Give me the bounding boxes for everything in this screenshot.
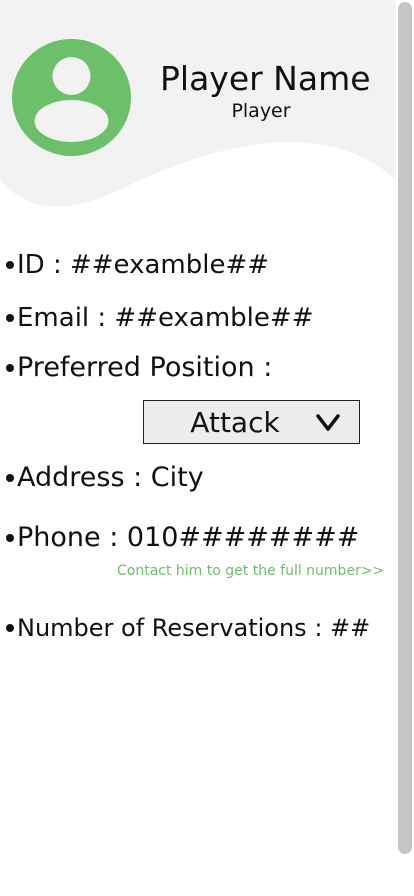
scrollbar-thumb[interactable] [398,2,412,854]
bullet-icon [6,624,14,632]
id-text: ID : ##examble## [17,250,270,280]
bullet-icon [6,314,14,322]
bullet-icon [6,261,14,269]
detail-id: ID : ##examble## [6,250,269,280]
detail-address: Address : City [6,462,204,493]
reservations-text: Number of Reservations : ## [17,614,371,642]
detail-preferred-position: Preferred Position : [6,352,272,383]
address-text: Address : City [17,462,204,493]
preferred-position-text: Preferred Position : [17,352,273,383]
chevron-down-icon [316,414,340,431]
bullet-icon [6,473,14,482]
scrollbar[interactable] [396,0,414,896]
position-dropdown-value: Attack [190,406,280,439]
detail-reservations: Number of Reservations : ## [6,614,370,642]
user-avatar-icon [13,39,130,156]
avatar [12,39,131,156]
bullet-icon [6,363,14,372]
contact-full-number-link[interactable]: Contact him to get the full number>> [117,563,384,579]
detail-email: Email : ##examble## [6,303,313,333]
player-name: Player Name [160,59,371,98]
email-text: Email : ##examble## [17,303,314,333]
bullet-icon [6,533,14,542]
player-role: Player [231,100,291,122]
phone-text: Phone : 010######## [17,522,360,553]
position-dropdown[interactable]: Attack [143,400,360,444]
detail-phone: Phone : 010######## [6,522,359,553]
